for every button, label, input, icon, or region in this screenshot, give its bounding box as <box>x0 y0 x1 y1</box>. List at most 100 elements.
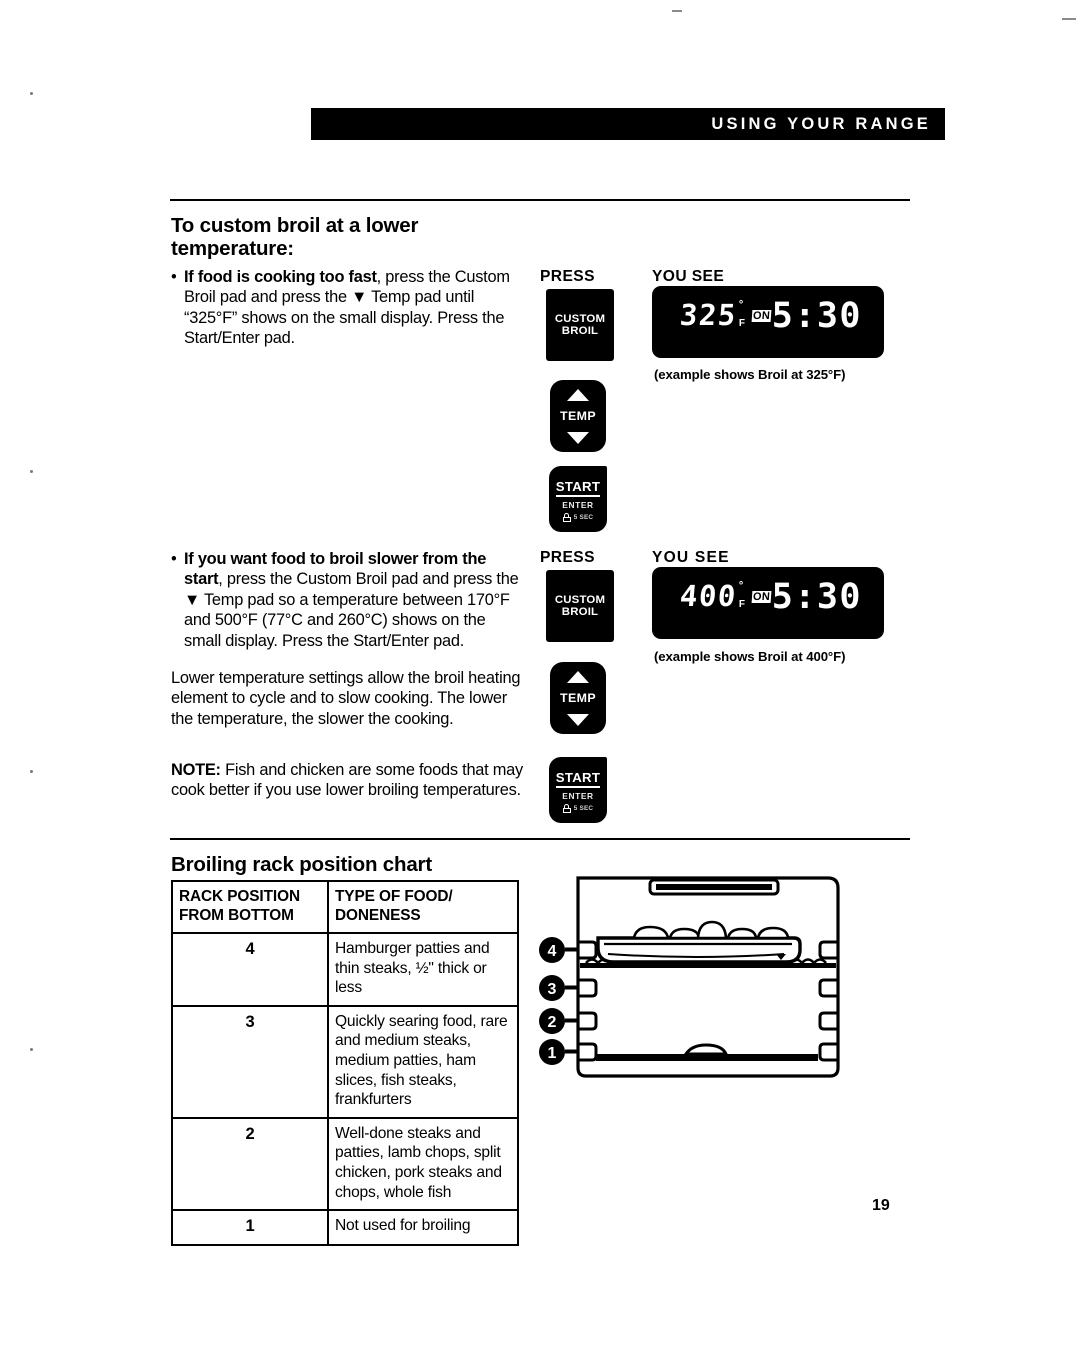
triangle-down-icon[interactable] <box>567 431 589 444</box>
oven-bottom-element <box>596 1043 818 1061</box>
scan-artifact <box>30 1048 33 1051</box>
temp-pad[interactable]: TEMP <box>550 380 606 452</box>
running-header-title: USING YOUR RANGE <box>711 114 931 133</box>
start-pad-lock-row: 5 SEC <box>562 804 594 813</box>
rack-position-value: 3 <box>171 1004 329 1119</box>
oven-display-panel-1: 325 ° F ON 5:30 <box>652 286 884 358</box>
rack-food-value: Not used for broiling <box>327 1209 519 1246</box>
you-see-column-label-2: YOU SEE <box>652 549 730 566</box>
display-temperature-group-2: 400 ° F ON <box>679 579 772 613</box>
broil-element-housing <box>648 878 780 896</box>
display-degree-unit-1: ° F <box>738 299 745 330</box>
start-pad-sublabel: ENTER <box>562 500 594 510</box>
rack-marker-2: 2 <box>539 1008 578 1034</box>
scan-artifact <box>30 470 33 473</box>
step-2-text: • If you want food to broil slower from t… <box>171 549 523 651</box>
press-column-label-1: PRESS <box>540 268 595 285</box>
custom-broil-pad-line1: CUSTOM <box>554 593 606 606</box>
degree-symbol: ° <box>738 299 744 311</box>
rack-position-value: 4 <box>171 932 329 1007</box>
display-temperature-group-1: 325 ° F ON <box>678 298 772 332</box>
rack-food-value: Hamburger patties and thin steaks, ½" th… <box>327 932 519 1007</box>
custom-broil-pad[interactable]: CUSTOM BROIL <box>546 570 614 642</box>
degree-symbol: ° <box>738 580 744 592</box>
column-header-type-of-food-line1: TYPE OF FOOD/ <box>335 888 453 905</box>
display-on-indicator-1: ON <box>751 310 772 322</box>
note-label: NOTE: <box>171 761 221 779</box>
table-row: 3 Quickly searing food, rare and medium … <box>171 1004 519 1119</box>
display-degree-unit-2: ° F <box>738 580 745 611</box>
step-2-rest: , press the Custom Broil pad and press t… <box>184 570 519 650</box>
display-caption-2: (example shows Broil at 400°F) <box>654 649 846 664</box>
page-title-custom-broil: To custom broil at a lower temperature: <box>171 214 419 260</box>
triangle-up-icon[interactable] <box>567 670 589 683</box>
lock-icon <box>562 804 571 813</box>
oven-cavity-diagram: 4 3 2 1 <box>539 876 840 1078</box>
temp-pad-label: TEMP <box>559 409 597 423</box>
custom-broil-pad[interactable]: CUSTOM BROIL <box>546 289 614 361</box>
step-1-lead: If food is cooking too fast <box>184 268 377 286</box>
running-header: USING YOUR RANGE <box>311 108 945 140</box>
start-pad-label: START <box>555 771 601 788</box>
start-pad-lock-row: 5 SEC <box>562 513 594 522</box>
food-on-pan <box>632 920 790 940</box>
page-title-rack-chart: Broiling rack position chart <box>171 853 432 876</box>
paragraph-lower-temperature: Lower temperature settings allow the bro… <box>171 669 521 728</box>
column-header-type-of-food-line2: DONENESS <box>335 907 421 924</box>
manual-page: USING YOUR RANGE To custom broil at a lo… <box>0 0 1080 1362</box>
custom-broil-pad-line2: BROIL <box>561 325 599 337</box>
svg-text:1: 1 <box>548 1045 557 1062</box>
display-on-indicator-2: ON <box>751 591 772 603</box>
step-1-text: • If food is cooking too fast, press the … <box>171 267 523 349</box>
svg-text:4: 4 <box>548 943 557 960</box>
display-unit-1: F <box>738 318 745 329</box>
bullet-marker: • <box>171 268 177 286</box>
divider-top <box>170 199 910 202</box>
scan-artifact <box>1062 18 1076 20</box>
start-pad-hold-duration: 5 SEC <box>573 805 594 812</box>
display-clock-group-2: 5:30 <box>772 577 862 617</box>
divider-middle <box>170 838 910 841</box>
display-unit-2: F <box>738 599 745 610</box>
rack-marker-1: 1 <box>539 1039 578 1065</box>
custom-broil-pad-line1: CUSTOM <box>554 312 606 325</box>
scan-artifact <box>30 770 33 773</box>
page-number: 19 <box>872 1197 890 1214</box>
table-row: 4 Hamburger patties and thin steaks, ½" … <box>171 932 519 1007</box>
start-enter-pad[interactable]: START ENTER 5 SEC <box>549 466 607 532</box>
table-row: 1 Not used for broiling <box>171 1209 519 1246</box>
broiler-pan <box>596 920 802 964</box>
rack-marker-3: 3 <box>539 975 578 1001</box>
column-header-rack-position-line1: RACK POSITION <box>179 888 300 905</box>
broiling-rack-position-table: RACK POSITION FROM BOTTOM TYPE OF FOOD/ … <box>171 880 519 1246</box>
you-see-column-label-1: YOU SEE <box>652 268 725 285</box>
rack-position-value: 2 <box>171 1116 329 1212</box>
display-clock-group-1: 5:30 <box>771 296 862 336</box>
start-pad-sublabel: ENTER <box>562 791 594 801</box>
table-header-row: RACK POSITION FROM BOTTOM TYPE OF FOOD/ … <box>171 880 519 934</box>
display-caption-1: (example shows Broil at 325°F) <box>654 367 846 382</box>
svg-text:3: 3 <box>548 981 557 998</box>
temp-pad-label: TEMP <box>559 691 597 705</box>
bullet-marker: • <box>171 550 177 568</box>
rack-position-value: 1 <box>171 1209 329 1246</box>
triangle-up-icon[interactable] <box>567 388 589 401</box>
column-header-rack-position: RACK POSITION FROM BOTTOM <box>171 880 329 934</box>
table-row: 2 Well-done steaks and patties, lamb cho… <box>171 1116 519 1212</box>
rack-food-value: Well-done steaks and patties, lamb chops… <box>327 1116 519 1212</box>
rack-food-value: Quickly searing food, rare and medium st… <box>327 1004 519 1119</box>
scan-artifact <box>30 92 33 95</box>
triangle-down-icon[interactable] <box>567 713 589 726</box>
svg-text:2: 2 <box>548 1014 557 1031</box>
start-enter-pad[interactable]: START ENTER 5 SEC <box>549 757 607 823</box>
start-pad-label: START <box>555 480 601 497</box>
temp-pad[interactable]: TEMP <box>550 662 606 734</box>
column-header-rack-position-line2: FROM BOTTOM <box>179 907 294 924</box>
display-temperature-1: 325 <box>678 298 739 332</box>
press-column-label-2: PRESS <box>540 549 595 566</box>
start-pad-hold-duration: 5 SEC <box>573 514 594 521</box>
display-clock-1: 5:30 <box>771 296 862 336</box>
rack-position-markers: 4 3 2 1 <box>539 937 578 1065</box>
scan-artifact <box>672 10 682 12</box>
custom-broil-pad-line2: BROIL <box>561 606 599 618</box>
